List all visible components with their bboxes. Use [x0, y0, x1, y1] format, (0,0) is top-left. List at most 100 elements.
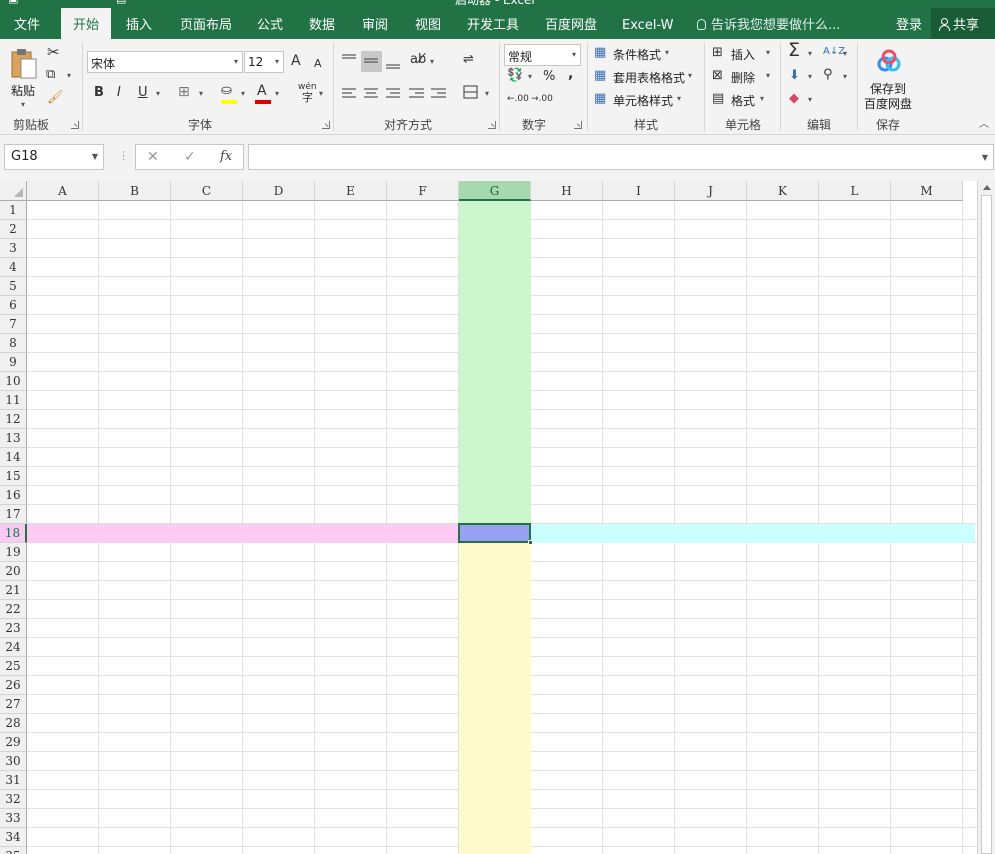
- preview-icon[interactable]: ▤: [116, 0, 126, 5]
- grow-font-icon[interactable]: A: [291, 53, 301, 69]
- tab-formulas[interactable]: 公式: [257, 8, 283, 39]
- row-header-16[interactable]: 16: [0, 486, 27, 505]
- bold-button[interactable]: B: [94, 85, 104, 101]
- font-name-dropdown[interactable]: 宋体 ▾: [87, 51, 243, 73]
- tab-page-layout[interactable]: 页面布局: [180, 8, 232, 39]
- active-cell[interactable]: [458, 523, 533, 545]
- scrollbar-thumb[interactable]: [981, 195, 992, 854]
- insert-cells-button[interactable]: ⊞ 插入 ▾: [712, 45, 774, 63]
- clear-eraser-icon[interactable]: ◆: [789, 91, 799, 107]
- alignment-launcher-icon[interactable]: [488, 121, 496, 129]
- column-header-h[interactable]: H: [531, 181, 603, 201]
- comma-button[interactable]: ,: [568, 66, 573, 82]
- wrap-text-icon[interactable]: ⇌: [463, 52, 474, 68]
- font-color-button[interactable]: A ▾: [255, 83, 283, 105]
- share-button[interactable]: 共享: [931, 8, 995, 39]
- row-header-21[interactable]: 21: [0, 581, 27, 600]
- save-icon[interactable]: ▣: [8, 0, 18, 5]
- tab-file[interactable]: 文件: [14, 8, 40, 39]
- tab-developer[interactable]: 开发工具: [467, 8, 519, 39]
- tab-excel-w[interactable]: Excel-W: [622, 8, 673, 39]
- find-select-icon[interactable]: ⚲: [823, 67, 833, 83]
- copy-icon[interactable]: ⧉: [46, 67, 55, 83]
- format-cells-button[interactable]: ▤ 格式 ▾: [712, 91, 774, 109]
- font-size-dropdown[interactable]: 12 ▾: [244, 51, 284, 73]
- row-header-3[interactable]: 3: [0, 239, 27, 258]
- decrease-decimal-icon[interactable]: →.00: [531, 91, 553, 107]
- tab-baidu-netdisk[interactable]: 百度网盘: [545, 8, 597, 39]
- column-header-d[interactable]: D: [243, 181, 315, 201]
- fill-handle[interactable]: [528, 540, 533, 545]
- row-header-35[interactable]: 35: [0, 847, 27, 854]
- column-header-i[interactable]: I: [603, 181, 675, 201]
- tab-review[interactable]: 审阅: [362, 8, 388, 39]
- row-header-23[interactable]: 23: [0, 619, 27, 638]
- select-all-button[interactable]: [0, 181, 27, 201]
- row-header-6[interactable]: 6: [0, 296, 27, 315]
- formula-bar-grip-icon[interactable]: ⋮: [118, 149, 129, 162]
- row-header-9[interactable]: 9: [0, 353, 27, 372]
- column-header-c[interactable]: C: [171, 181, 243, 201]
- delete-cells-button[interactable]: ⊠ 删除 ▾: [712, 68, 774, 86]
- underline-button[interactable]: U: [138, 85, 148, 101]
- scroll-up-icon[interactable]: [983, 185, 991, 190]
- column-header-e[interactable]: E: [315, 181, 387, 201]
- row-header-18[interactable]: 18: [0, 524, 27, 543]
- enter-icon[interactable]: ✓: [184, 149, 196, 165]
- row-header-31[interactable]: 31: [0, 771, 27, 790]
- font-launcher-icon[interactable]: [322, 121, 330, 129]
- column-header-a[interactable]: A: [27, 181, 99, 201]
- row-header-22[interactable]: 22: [0, 600, 27, 619]
- row-header-34[interactable]: 34: [0, 828, 27, 847]
- row-header-8[interactable]: 8: [0, 334, 27, 353]
- vertical-scrollbar[interactable]: [977, 181, 995, 854]
- tab-view[interactable]: 视图: [415, 8, 441, 39]
- tell-me-search[interactable]: 告诉我您想要做什么...: [697, 8, 840, 39]
- row-header-13[interactable]: 13: [0, 429, 27, 448]
- row-header-15[interactable]: 15: [0, 467, 27, 486]
- increase-decimal-icon[interactable]: ←.00: [507, 91, 529, 107]
- name-box[interactable]: G18 ▼: [4, 144, 104, 170]
- row-header-17[interactable]: 17: [0, 505, 27, 524]
- collapse-ribbon-icon[interactable]: ︿: [979, 117, 989, 133]
- row-header-20[interactable]: 20: [0, 562, 27, 581]
- format-painter-icon[interactable]: 🖌: [47, 90, 64, 106]
- currency-icon[interactable]: 💱: [507, 68, 523, 84]
- row-header-26[interactable]: 26: [0, 676, 27, 695]
- row-header-33[interactable]: 33: [0, 809, 27, 828]
- row-header-1[interactable]: 1: [0, 201, 27, 220]
- column-header-b[interactable]: B: [99, 181, 171, 201]
- autosum-icon[interactable]: Σ: [788, 41, 800, 60]
- save-to-baidu-button[interactable]: 保存到 百度网盘: [862, 47, 916, 111]
- sort-filter-icon[interactable]: A↓Z: [823, 44, 845, 60]
- cell-area[interactable]: [27, 201, 977, 854]
- column-header-m[interactable]: M: [891, 181, 963, 201]
- row-header-24[interactable]: 24: [0, 638, 27, 657]
- column-header-g[interactable]: G: [459, 181, 531, 201]
- tab-data[interactable]: 数据: [309, 8, 335, 39]
- login-link[interactable]: 登录: [896, 8, 922, 39]
- row-header-32[interactable]: 32: [0, 790, 27, 809]
- row-header-14[interactable]: 14: [0, 448, 27, 467]
- row-header-25[interactable]: 25: [0, 657, 27, 676]
- borders-icon[interactable]: ⊞: [178, 84, 190, 100]
- column-header-j[interactable]: J: [675, 181, 747, 201]
- cut-icon[interactable]: ✂: [47, 44, 60, 60]
- column-header-k[interactable]: K: [747, 181, 819, 201]
- tab-insert[interactable]: 插入: [126, 8, 152, 39]
- cell-styles-button[interactable]: ▦ 单元格样式 ▾: [594, 91, 694, 109]
- row-header-27[interactable]: 27: [0, 695, 27, 714]
- column-header-f[interactable]: F: [387, 181, 459, 201]
- row-header-10[interactable]: 10: [0, 372, 27, 391]
- column-header-l[interactable]: L: [819, 181, 891, 201]
- row-header-11[interactable]: 11: [0, 391, 27, 410]
- fill-icon[interactable]: ⬇: [789, 68, 800, 84]
- row-header-2[interactable]: 2: [0, 220, 27, 239]
- row-header-7[interactable]: 7: [0, 315, 27, 334]
- row-header-4[interactable]: 4: [0, 258, 27, 277]
- paste-button[interactable]: 粘贴 ▾: [7, 45, 41, 111]
- orientation-icon[interactable]: ab̸: [410, 52, 426, 68]
- cancel-icon[interactable]: ✕: [147, 149, 159, 165]
- row-header-12[interactable]: 12: [0, 410, 27, 429]
- formula-input[interactable]: ▼: [248, 144, 994, 170]
